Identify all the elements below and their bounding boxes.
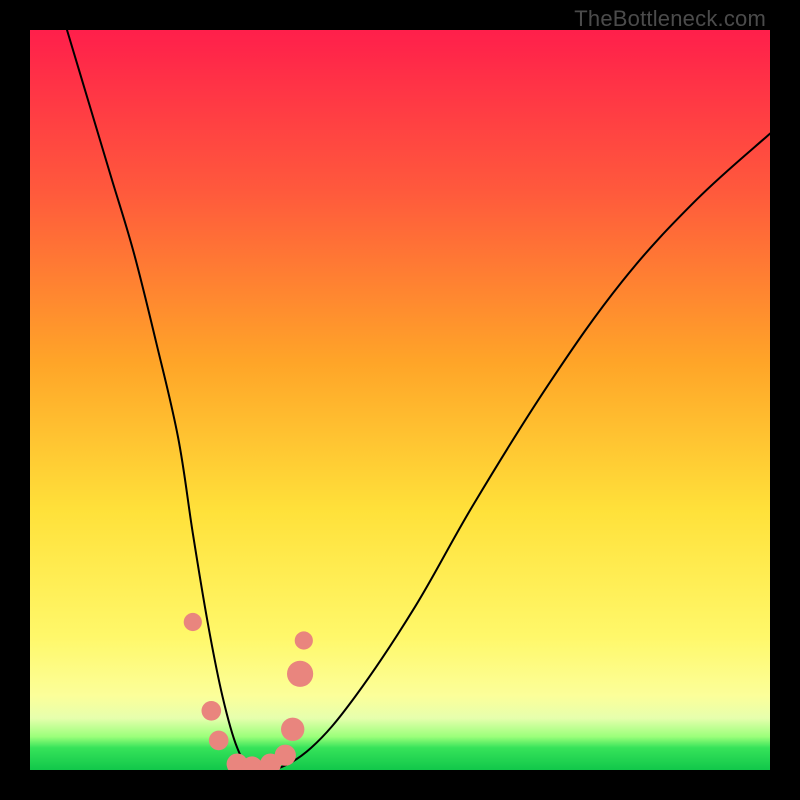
- watermark-text: TheBottleneck.com: [574, 6, 766, 32]
- chart-background-gradient: [30, 30, 770, 770]
- chart-plot-area: [30, 30, 770, 770]
